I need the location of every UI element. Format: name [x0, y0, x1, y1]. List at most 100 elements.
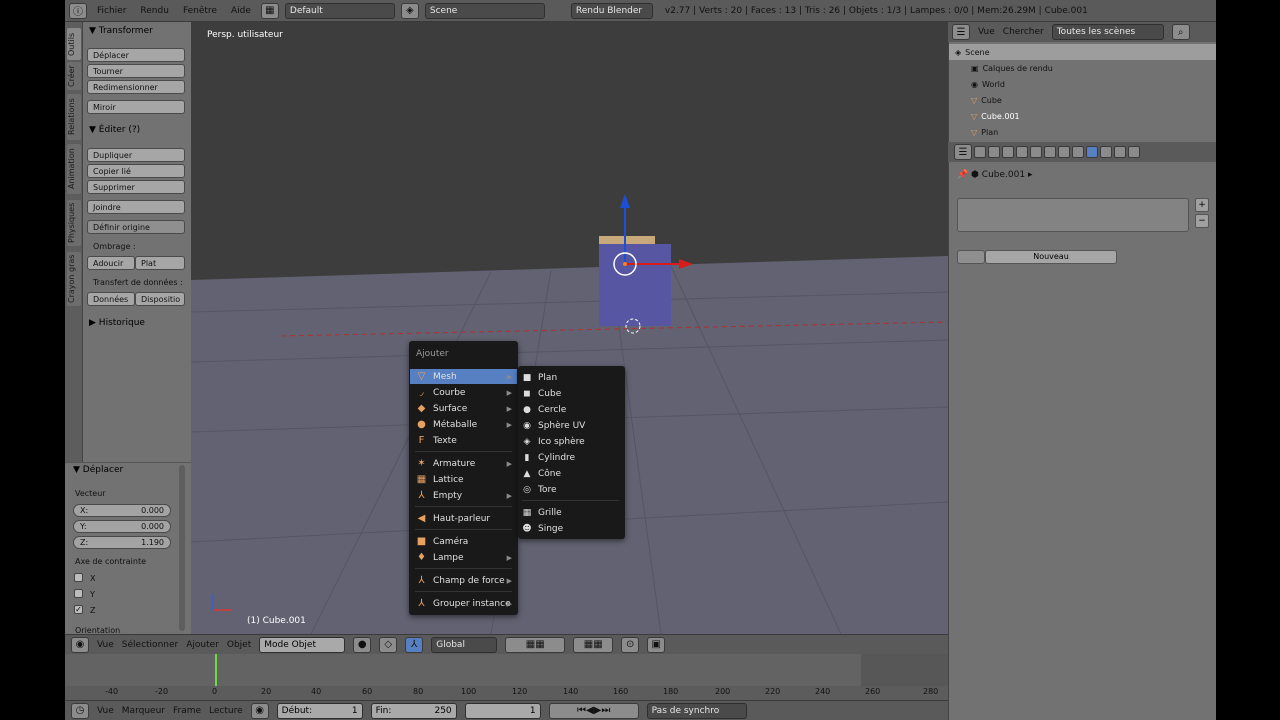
current-frame-field[interactable]: 1	[464, 702, 541, 719]
scene-selector[interactable]: Scene	[424, 2, 545, 19]
submenu-item-monkey[interactable]: ☻ Singe	[522, 521, 563, 536]
menu-selectionner[interactable]: Sélectionner	[122, 640, 178, 650]
menu-item-lattice[interactable]: ▦ Lattice	[410, 472, 517, 487]
submenu-item-ico-sphere[interactable]: ◈ Ico sphère	[522, 434, 585, 449]
submenu-item-torus[interactable]: ◎ Tore	[522, 482, 556, 497]
constraint-z-checkbox[interactable]: ✓	[74, 605, 83, 614]
new-material-button[interactable]: Nouveau	[985, 250, 1117, 264]
tab-physiques[interactable]: Physiques	[67, 200, 81, 246]
join-button[interactable]: Joindre	[87, 200, 185, 214]
layout-icon[interactable]: ▦	[260, 2, 279, 19]
shading-icon[interactable]: ●	[353, 636, 372, 653]
menu-objet[interactable]: Objet	[227, 640, 251, 650]
menu-item-surface[interactable]: ◆ Surface ▶	[410, 401, 517, 416]
menu-item-metaball[interactable]: ● Métaballe ▶	[410, 417, 517, 432]
add-slot-button[interactable]: +	[1195, 198, 1209, 212]
menu-aide[interactable]: Aide	[227, 6, 255, 16]
record-icon[interactable]: ◉	[250, 702, 269, 719]
outliner-row-cube-001[interactable]: ▽ Cube.001	[949, 108, 1216, 124]
submenu-item-grid[interactable]: ▦ Grille	[522, 505, 562, 520]
menu-fichier[interactable]: Fichier	[93, 6, 130, 16]
menu-item-armature[interactable]: ✶ Armature ▶	[410, 456, 517, 471]
outliner-row-scene[interactable]: ◈ Scene	[949, 44, 1216, 60]
render-tab-icon[interactable]	[974, 146, 986, 158]
menu-item-text[interactable]: F Texte	[410, 433, 517, 448]
layout-selector[interactable]: Default	[284, 2, 395, 19]
manipulator-icon[interactable]: ⅄	[405, 636, 424, 653]
menu-rendu[interactable]: Rendu	[136, 6, 173, 16]
transform-orientation-selector[interactable]: Global	[431, 636, 498, 653]
tab-relations[interactable]: Relations	[67, 94, 81, 140]
menu-item-speaker[interactable]: ◀ Haut-parleur	[410, 511, 517, 526]
material-slot-list[interactable]	[957, 198, 1189, 232]
vector-x-field[interactable]: X: 0.000	[73, 504, 171, 517]
set-origin-dropdown[interactable]: Définir origine	[87, 220, 185, 234]
display-mode-selector[interactable]: Toutes les scènes	[1051, 24, 1164, 40]
operator-panel-header[interactable]: ▼ Déplacer	[73, 465, 123, 475]
particles-tab-icon[interactable]	[1114, 146, 1126, 158]
duplicate-button[interactable]: Dupliquer	[87, 148, 185, 162]
editor-type-icon[interactable]: ◉	[71, 636, 89, 653]
smooth-button[interactable]: Adoucir	[87, 256, 135, 270]
3d-viewport[interactable]: Persp. utilisateur (1) Cube.001	[191, 22, 948, 634]
info-editor-icon[interactable]: ⓘ	[69, 2, 87, 19]
constraint-y-checkbox[interactable]	[74, 589, 83, 598]
render-engine-selector[interactable]: Rendu Blender	[570, 2, 653, 19]
data-layout-button[interactable]: Dispositio	[135, 292, 185, 306]
outliner-editor-icon[interactable]: ☰	[952, 24, 970, 40]
mirror-button[interactable]: Miroir	[87, 100, 185, 114]
menu-item-mesh[interactable]: ▽ Mesh ▶	[410, 369, 517, 384]
scale-button[interactable]: Redimensionner	[87, 80, 185, 94]
remove-slot-button[interactable]: −	[1195, 214, 1209, 228]
tab-outils[interactable]: Outils	[67, 28, 81, 60]
scene-icon[interactable]: ◈	[400, 2, 419, 19]
rotate-button[interactable]: Tourner	[87, 64, 185, 78]
tab-crayon-gras[interactable]: Crayon gras	[67, 252, 81, 306]
timeline-menu-marqueur[interactable]: Marqueur	[122, 706, 165, 716]
render-layers-tab-icon[interactable]	[988, 146, 1000, 158]
outliner-row-render-layers[interactable]: ▣ Calques de rendu	[949, 60, 1216, 76]
outliner-row-plan[interactable]: ▽ Plan	[949, 124, 1216, 140]
start-frame-field[interactable]: Début: 1	[276, 702, 363, 719]
clock-icon[interactable]: ◷	[71, 702, 89, 719]
menu-item-camera[interactable]: ■ Caméra	[410, 534, 517, 549]
menu-fenetre[interactable]: Fenêtre	[179, 6, 221, 16]
menu-item-force-field[interactable]: ⅄ Champ de force ▶	[410, 573, 517, 588]
texture-tab-icon[interactable]	[1100, 146, 1112, 158]
material-browse-button[interactable]	[957, 250, 985, 264]
edit-panel-header[interactable]: ▼ Éditer (?)	[89, 125, 140, 135]
submenu-item-cone[interactable]: ▲ Cône	[522, 466, 562, 481]
delete-button[interactable]: Supprimer	[87, 180, 185, 194]
layers-icon[interactable]: ▦▦	[505, 636, 566, 653]
scene-tab-icon[interactable]	[1002, 146, 1014, 158]
data-transfer-button[interactable]: Données	[87, 292, 135, 306]
tab-creer[interactable]: Créer	[67, 62, 81, 90]
operator-panel-scrollbar[interactable]	[179, 465, 185, 631]
sync-selector[interactable]: Pas de synchro	[646, 702, 747, 719]
submenu-item-cube[interactable]: ◼ Cube	[522, 386, 561, 401]
layers-icon[interactable]: ▦▦	[573, 636, 614, 653]
mode-selector[interactable]: Mode Objet	[259, 636, 346, 653]
material-tab-icon[interactable]	[1086, 146, 1098, 158]
outliner-menu-vue[interactable]: Vue	[978, 27, 995, 37]
snap-icon[interactable]: ⊙	[621, 636, 640, 653]
data-tab-icon[interactable]	[1072, 146, 1084, 158]
timeline[interactable]: -40 -20 0 20 40 60 80 100 120 140 160 18…	[65, 654, 948, 700]
outliner-row-cube[interactable]: ▽ Cube	[949, 92, 1216, 108]
outliner-row-world[interactable]: ◉ World	[949, 76, 1216, 92]
transform-panel-header[interactable]: ▼ Transformer	[89, 26, 153, 36]
physics-tab-icon[interactable]	[1128, 146, 1140, 158]
submenu-item-uv-sphere[interactable]: ◉ Sphère UV	[522, 418, 585, 433]
tab-animation[interactable]: Animation	[67, 144, 81, 194]
search-icon[interactable]: ⌕	[1171, 24, 1190, 40]
submenu-item-cylinder[interactable]: ▮ Cylindre	[522, 450, 576, 465]
modifiers-tab-icon[interactable]	[1058, 146, 1070, 158]
history-panel-header[interactable]: ▶ Historique	[89, 318, 145, 328]
pivot-icon[interactable]: ◇	[379, 636, 398, 653]
duplicate-linked-button[interactable]: Copier lié	[87, 164, 185, 178]
submenu-item-circle[interactable]: ● Cercle	[522, 402, 566, 417]
flat-button[interactable]: Plat	[135, 256, 185, 270]
menu-item-curve[interactable]: ◞ Courbe ▶	[410, 385, 517, 400]
menu-vue[interactable]: Vue	[97, 640, 114, 650]
current-frame-marker[interactable]	[215, 654, 217, 686]
